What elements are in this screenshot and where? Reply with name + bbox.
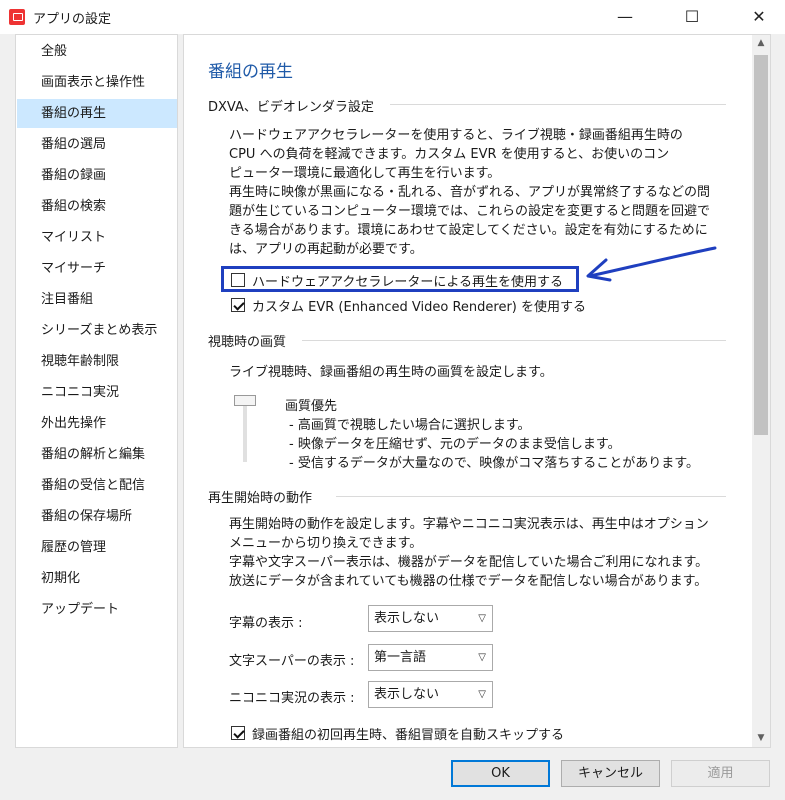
sidebar-item-update[interactable]: アップデート bbox=[17, 595, 177, 624]
niconico-select[interactable]: 表示しない ▽ bbox=[368, 681, 493, 708]
sidebar-item-mysearch[interactable]: マイサーチ bbox=[17, 254, 177, 283]
page-title: 番組の再生 bbox=[208, 62, 293, 82]
sidebar-item-history[interactable]: 履歴の管理 bbox=[17, 533, 177, 562]
playback-start-description: 再生開始時の動作を設定します。字幕やニコニコ実況表示は、再生中はオプション メニ… bbox=[229, 515, 709, 591]
quality-bullet: - 映像データを圧縮せず、元のデータのまま受信します。 bbox=[289, 437, 621, 452]
playback-start-heading: 再生開始時の動作 bbox=[208, 491, 313, 506]
content-scrollbar[interactable]: ▲ ▼ bbox=[752, 35, 770, 747]
annotation-arrow-icon bbox=[586, 246, 717, 282]
cancel-button[interactable]: キャンセル bbox=[561, 760, 660, 787]
sidebar-item-search[interactable]: 番組の検索 bbox=[17, 192, 177, 221]
scroll-up-icon[interactable]: ▲ bbox=[752, 35, 770, 52]
auto-skip-checkbox[interactable] bbox=[231, 726, 245, 740]
hw-accel-label[interactable]: ハードウェアアクセラレーターによる再生を使用する bbox=[252, 271, 563, 290]
quality-section-heading: 視聴時の画質 bbox=[208, 335, 287, 350]
subtitle-label: 字幕の表示 : bbox=[229, 616, 303, 631]
dxva-line: ハードウェアアクセラレーターを使用すると、ライブ視聴・録画番組再生時の bbox=[229, 128, 683, 143]
sidebar-item-receive[interactable]: 番組の受信と配信 bbox=[17, 471, 177, 500]
quality-bullet: - 受信するデータが大量なので、映像がコマ落ちすることがあります。 bbox=[289, 456, 700, 471]
sidebar-item-recording[interactable]: 番組の録画 bbox=[17, 161, 177, 190]
playback-line: 字幕や文字スーパー表示は、機器がデータを配信していた場合ご利用になれます。 bbox=[229, 555, 709, 570]
dxva-description-1: ハードウェアアクセラレーターを使用すると、ライブ視聴・録画番組再生時の CPU … bbox=[229, 126, 683, 183]
super-select[interactable]: 第一言語 ▽ bbox=[368, 644, 493, 671]
sidebar-item-display[interactable]: 画面表示と操作性 bbox=[17, 68, 177, 97]
auto-skip-label[interactable]: 録画番組の初回再生時、番組冒頭を自動スキップする bbox=[252, 724, 564, 743]
custom-evr-label[interactable]: カスタム EVR (Enhanced Video Renderer) を使用する bbox=[252, 296, 586, 315]
subtitle-select[interactable]: 表示しない ▽ bbox=[368, 605, 493, 632]
dxva-section-heading: DXVA、ビデオレンダラ設定 bbox=[208, 100, 374, 115]
chevron-down-icon: ▽ bbox=[478, 613, 486, 624]
quality-slider-thumb[interactable] bbox=[234, 395, 256, 406]
settings-sidebar: 全般 画面表示と操作性 番組の再生 番組の選局 番組の録画 番組の検索 マイリス… bbox=[15, 34, 178, 748]
custom-evr-checkbox[interactable] bbox=[231, 298, 245, 312]
sidebar-item-general[interactable]: 全般 bbox=[17, 37, 177, 66]
quality-slider-track[interactable] bbox=[243, 400, 247, 462]
app-icon bbox=[9, 9, 25, 25]
sidebar-item-niconico[interactable]: ニコニコ実況 bbox=[17, 378, 177, 407]
playback-line: 放送にデータが含まれていても機器の仕様でデータを配信しない場合があります。 bbox=[229, 574, 708, 589]
super-label: 文字スーパーの表示 : bbox=[229, 654, 355, 669]
window-title: アプリの設定 bbox=[33, 12, 112, 27]
chevron-down-icon: ▽ bbox=[478, 652, 486, 663]
dxva-line: ピューター環境に最適化して再生を行います。 bbox=[229, 166, 501, 181]
scroll-down-icon[interactable]: ▼ bbox=[752, 730, 770, 747]
niconico-label: ニコニコ実況の表示 : bbox=[229, 691, 355, 706]
divider bbox=[390, 104, 726, 105]
maximize-button[interactable]: ☐ bbox=[669, 0, 715, 34]
sidebar-item-remote[interactable]: 外出先操作 bbox=[17, 409, 177, 438]
sidebar-item-channel-select[interactable]: 番組の選局 bbox=[17, 130, 177, 159]
dxva-line: 題が生じているコンピューター環境では、これらの設定を変更すると問題を回避で bbox=[229, 204, 711, 219]
niconico-select-value: 表示しない bbox=[374, 687, 440, 702]
divider bbox=[336, 496, 726, 497]
dxva-line: きる場合があります。環境にあわせて設定してください。設定を有効にするために bbox=[229, 223, 708, 238]
chevron-down-icon: ▽ bbox=[478, 689, 486, 700]
minimize-button[interactable]: — bbox=[602, 0, 648, 34]
hw-accel-checkbox[interactable] bbox=[231, 273, 245, 287]
title-bar: アプリの設定 — ☐ ✕ bbox=[0, 0, 785, 34]
sidebar-item-series[interactable]: シリーズまとめ表示 bbox=[17, 316, 177, 345]
quality-description: ライブ視聴時、録画番組の再生時の画質を設定します。 bbox=[229, 365, 553, 380]
super-select-value: 第一言語 bbox=[374, 650, 427, 665]
divider bbox=[302, 340, 726, 341]
apply-button[interactable]: 適用 bbox=[671, 760, 770, 787]
quality-level-label: 画質優先 bbox=[285, 399, 338, 414]
dxva-line: CPU への負荷を軽減できます。カスタム EVR を使用すると、お使いのコン bbox=[229, 147, 670, 162]
quality-bullet: - 高画質で視聴したい場合に選択します。 bbox=[289, 418, 531, 433]
sidebar-item-mylist[interactable]: マイリスト bbox=[17, 223, 177, 252]
sidebar-item-playback[interactable]: 番組の再生 bbox=[17, 99, 177, 128]
subtitle-select-value: 表示しない bbox=[374, 611, 440, 626]
playback-line: 再生開始時の動作を設定します。字幕やニコニコ実況表示は、再生中はオプション bbox=[229, 517, 709, 532]
sidebar-item-reset[interactable]: 初期化 bbox=[17, 564, 177, 593]
dxva-line: 再生時に映像が黒画になる・乱れる、音がずれる、アプリが異常終了するなどの問 bbox=[229, 185, 711, 200]
close-button[interactable]: ✕ bbox=[736, 0, 782, 34]
sidebar-item-storage[interactable]: 番組の保存場所 bbox=[17, 502, 177, 531]
sidebar-item-featured[interactable]: 注目番組 bbox=[17, 285, 177, 314]
quality-bullets: - 高画質で視聴したい場合に選択します。 - 映像データを圧縮せず、元のデータの… bbox=[289, 416, 699, 473]
sidebar-item-age-limit[interactable]: 視聴年齢制限 bbox=[17, 347, 177, 376]
scroll-thumb[interactable] bbox=[754, 55, 768, 435]
playback-line: メニューから切り換えできます。 bbox=[229, 536, 423, 551]
sidebar-item-analysis[interactable]: 番組の解析と編集 bbox=[17, 440, 177, 469]
ok-button[interactable]: OK bbox=[451, 760, 550, 787]
